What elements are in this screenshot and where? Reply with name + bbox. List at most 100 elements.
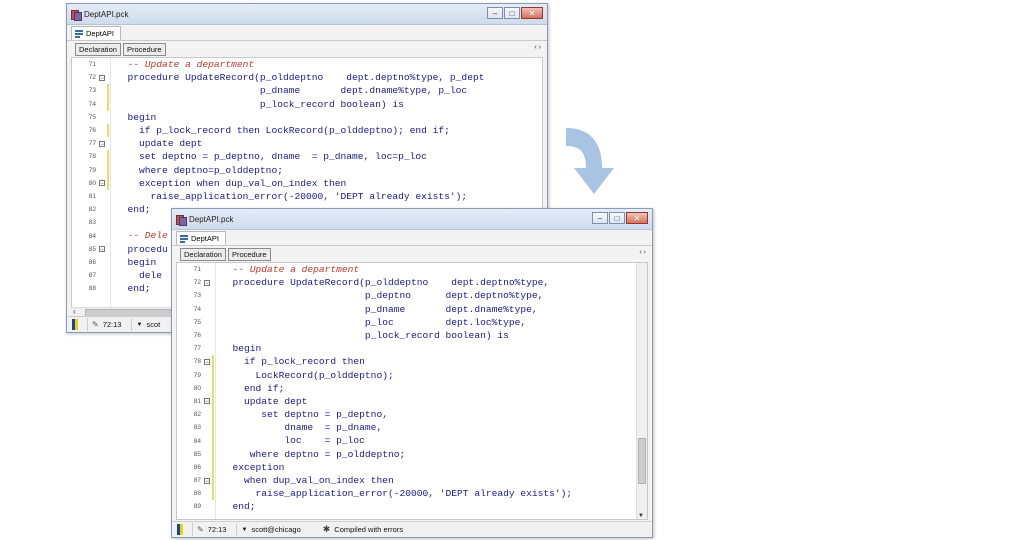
close-button[interactable]: ✕ xyxy=(521,7,543,19)
procedure-button[interactable]: Procedure xyxy=(227,247,271,261)
restore-button[interactable]: □ xyxy=(609,212,625,224)
gutter-row: 76 xyxy=(72,123,110,138)
fold-toggle-icon[interactable]: − xyxy=(204,398,210,405)
change-marker xyxy=(212,381,214,395)
code-line: where deptno = p_olddeptno; xyxy=(221,448,406,460)
declaration-button[interactable]: Declaration xyxy=(75,42,121,56)
window-titlebar[interactable]: DeptAPI.pck – □ ✕ xyxy=(172,209,652,230)
line-number: 89 xyxy=(193,503,201,511)
pencil-icon: ✎ xyxy=(92,320,99,329)
code-comment-line: -- Update a department xyxy=(221,264,360,275)
color-swatch-icon xyxy=(72,319,81,330)
minimize-button[interactable]: – xyxy=(592,212,608,224)
code-line: raise_application_error(-20000, 'DEPT al… xyxy=(221,488,573,500)
gutter-row: 82 xyxy=(177,408,215,422)
line-number: 71 xyxy=(193,266,201,274)
section-toolbar: Declaration Procedure ‹ › xyxy=(172,246,652,262)
code-line: end if; xyxy=(221,382,285,394)
fold-toggle-icon[interactable]: − xyxy=(99,140,105,148)
fold-toggle-icon[interactable]: − xyxy=(99,74,105,82)
gutter-row: 80− xyxy=(72,176,110,190)
line-number: 72 xyxy=(88,74,96,82)
line-number: 76 xyxy=(193,332,201,340)
code-line: if p_lock_record then LockRecord(p_oldde… xyxy=(116,124,450,136)
line-number: 71 xyxy=(88,61,96,69)
code-line: procedure UpdateRecord(p_olddeptno dept.… xyxy=(116,72,485,84)
line-number: 83 xyxy=(88,219,96,227)
line-number: 85 xyxy=(88,245,96,253)
scroll-thumb[interactable] xyxy=(638,438,646,484)
gutter-row: 72− xyxy=(72,71,110,84)
tab-scroll-arrows[interactable]: ‹ › xyxy=(534,44,541,51)
document-icon xyxy=(71,9,82,21)
line-number: 86 xyxy=(88,258,96,266)
line-number: 75 xyxy=(193,318,201,326)
status-bar: ✎ 72:13 ▼ scott@chicago ✱ Compiled with … xyxy=(172,521,652,537)
gutter-row: 74 xyxy=(177,303,215,316)
gutter-row: 72− xyxy=(177,276,215,289)
tab-deptapi[interactable]: DeptAPI xyxy=(71,26,121,40)
code-line: p_lock_record boolean) is xyxy=(116,98,404,110)
fold-toggle-icon[interactable]: − xyxy=(204,279,210,287)
vertical-scrollbar[interactable]: ▼ xyxy=(636,263,647,519)
code-line: p_dname dept.dname%type, p_loc xyxy=(116,85,468,97)
gutter-row: 76 xyxy=(177,329,215,342)
gutter-row: 87 xyxy=(72,269,110,282)
gutter-row: 73 xyxy=(72,84,110,98)
gutter-row: 81− xyxy=(177,394,215,409)
tab-strip: DeptAPI xyxy=(172,230,652,246)
restore-button[interactable]: □ xyxy=(504,7,520,19)
declaration-button[interactable]: Declaration xyxy=(180,247,226,261)
minimize-button[interactable]: – xyxy=(487,7,503,19)
color-swatch-icon xyxy=(177,524,186,535)
tab-label: DeptAPI xyxy=(191,234,219,243)
line-number: 82 xyxy=(88,206,96,214)
code-text[interactable]: -- Update a department procedure UpdateR… xyxy=(221,263,647,514)
fold-toggle-icon[interactable]: − xyxy=(99,246,105,253)
change-marker xyxy=(107,176,109,190)
fold-toggle-icon[interactable]: − xyxy=(99,180,105,187)
connection-selector[interactable]: ▼ scot xyxy=(131,318,170,331)
code-line: update dept xyxy=(116,138,203,150)
connection-text: scot xyxy=(146,320,161,329)
change-marker xyxy=(107,84,109,98)
gutter-row: 84 xyxy=(72,229,110,242)
fold-toggle-icon[interactable]: − xyxy=(204,358,210,366)
code-line: update dept xyxy=(221,395,308,407)
tab-scroll-arrows[interactable]: ‹ › xyxy=(639,249,646,256)
code-editor[interactable]: 71 72−73 74 75 76 77 78−79 80 81−82 83 84 85 86 87−88… xyxy=(176,262,648,520)
close-button[interactable]: ✕ xyxy=(626,212,648,224)
code-line: begin xyxy=(116,111,157,123)
window-titlebar[interactable]: DeptAPI.pck – □ ✕ xyxy=(67,4,547,25)
tab-label: DeptAPI xyxy=(86,29,114,38)
fold-toggle-icon[interactable]: − xyxy=(204,477,210,485)
gutter-row: 78− xyxy=(177,355,215,369)
line-number: 75 xyxy=(88,113,96,121)
tab-deptapi[interactable]: DeptAPI xyxy=(176,231,226,245)
change-marker xyxy=(212,474,214,488)
line-number: 79 xyxy=(88,166,96,174)
line-number: 76 xyxy=(88,127,96,135)
cursor-position-text: 72:13 xyxy=(207,525,227,534)
procedure-button[interactable]: Procedure xyxy=(122,42,166,56)
code-line: dname = p_dname, xyxy=(221,422,383,434)
change-marker xyxy=(212,421,214,435)
gutter-row: 84 xyxy=(177,434,215,448)
code-line: p_deptno dept.deptno%type, xyxy=(221,290,544,302)
change-marker xyxy=(212,368,214,382)
connection-selector[interactable]: ▼ scott@chicago xyxy=(236,523,310,536)
tab-strip: DeptAPI xyxy=(67,25,547,41)
code-line: if p_lock_record then xyxy=(221,356,365,368)
gutter-row: 81 xyxy=(72,190,110,203)
